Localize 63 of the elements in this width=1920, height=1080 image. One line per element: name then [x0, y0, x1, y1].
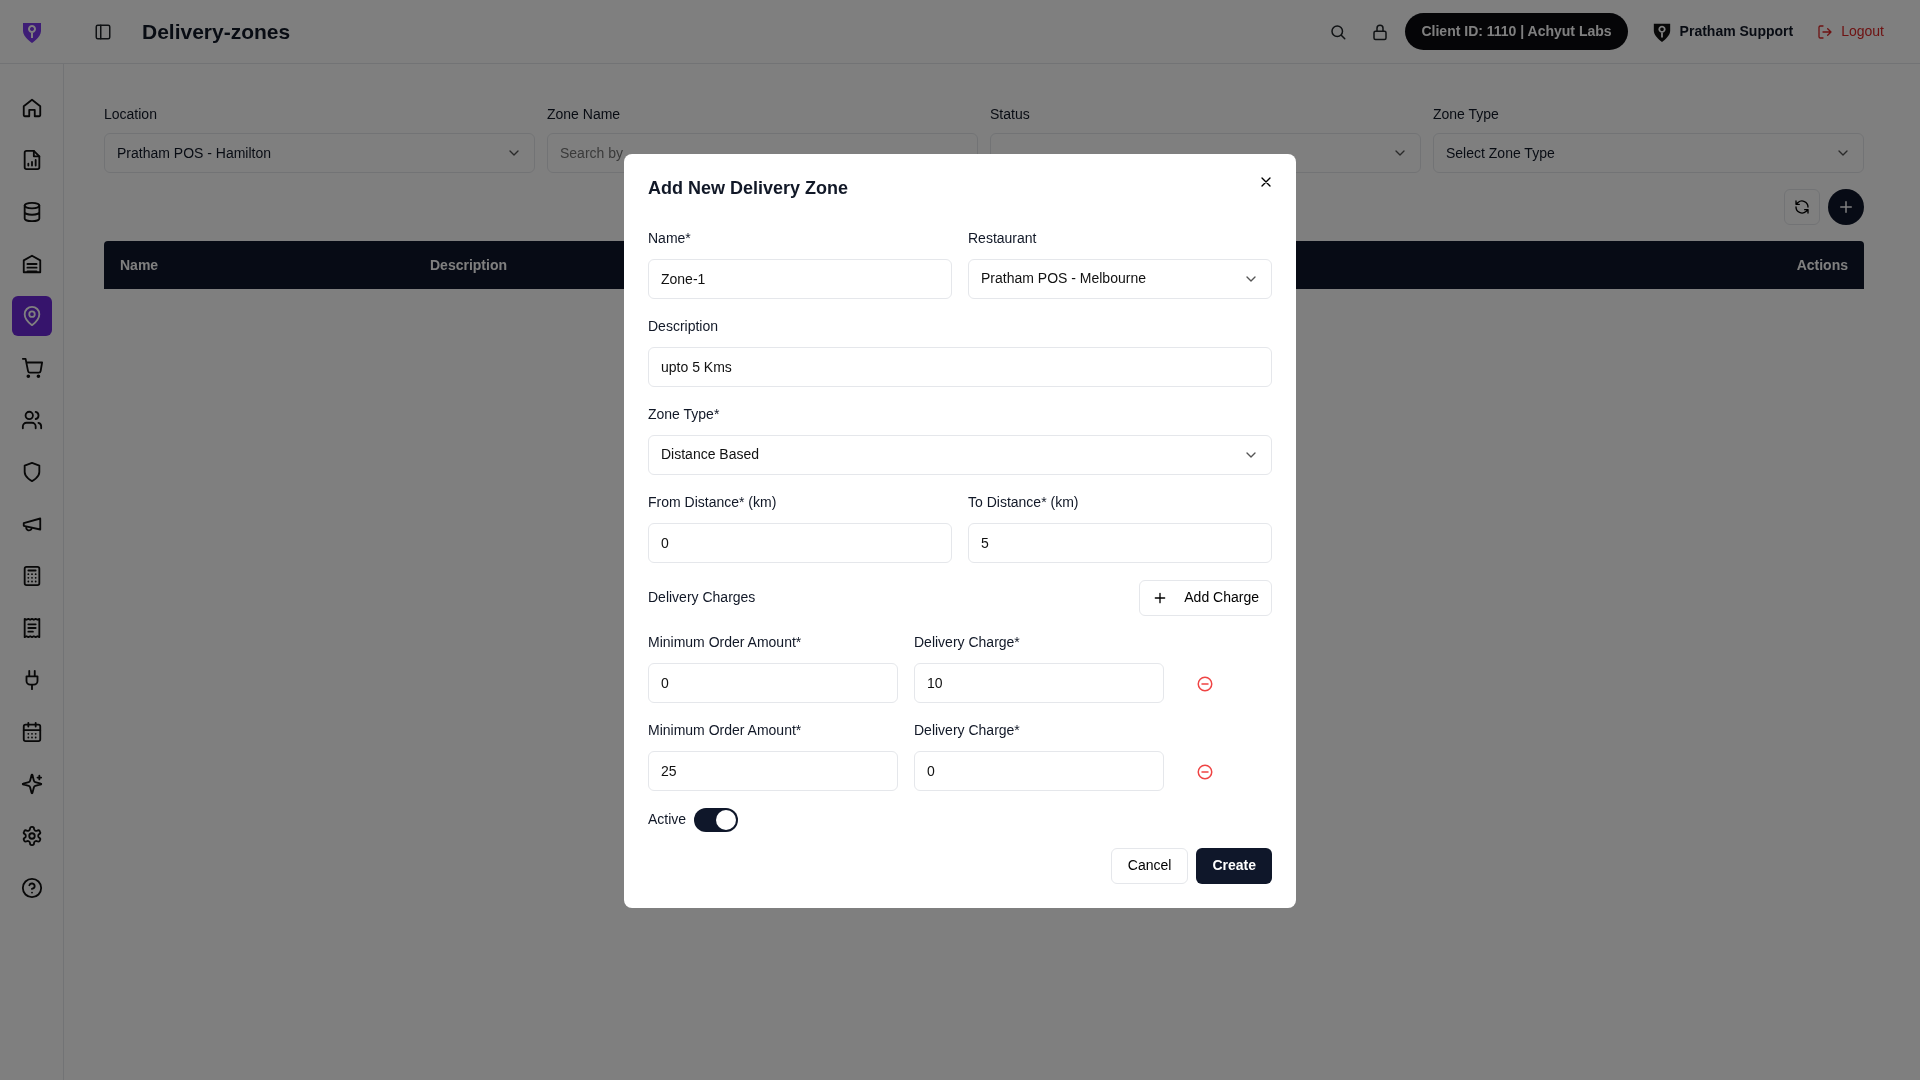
search-icon [1329, 22, 1348, 41]
calendar-icon [20, 721, 43, 743]
field-label: From Distance* (km) [648, 492, 777, 512]
lock-icon [1371, 22, 1390, 41]
cancel-button[interactable]: Cancel [1110, 847, 1189, 884]
page-title: Delivery-zones [142, 18, 291, 45]
client-badge[interactable]: Client ID: 1110 | Achyut Labs [1405, 13, 1628, 50]
lock-button[interactable] [1371, 22, 1390, 41]
section-label: Delivery Charges [648, 588, 756, 608]
select-field[interactable]: Distance Based [648, 434, 1272, 475]
toggle-switch[interactable] [694, 807, 739, 832]
select-field[interactable]: Select Zone Type [1433, 133, 1864, 173]
field-label: Zone Name [547, 105, 621, 124]
field-label: Restaurant [968, 228, 1037, 248]
toggle-label: Active [648, 810, 687, 830]
input-field[interactable]: 0 [648, 522, 952, 563]
sidebar-item[interactable] [11, 296, 52, 336]
field-label: Minimum Order Amount* [648, 632, 802, 652]
input-field[interactable]: upto 5 Kms [648, 346, 1272, 387]
users-icon [20, 409, 43, 431]
field-label: Zone Type [1433, 105, 1499, 124]
remove-button[interactable] [1196, 762, 1214, 781]
plus-icon [1837, 198, 1855, 216]
add-button[interactable] [1828, 189, 1864, 225]
field-label: Description [648, 316, 719, 336]
add-charge-button[interactable]: Add Charge [1139, 579, 1272, 616]
sparkles-icon [20, 773, 43, 795]
minus-circle-icon [1196, 762, 1214, 781]
logout-icon [1817, 23, 1834, 40]
sidebar-toggle-button[interactable] [94, 22, 112, 41]
search-button[interactable] [1329, 22, 1348, 41]
field-label: Location [104, 105, 157, 124]
minus-circle-icon [1196, 674, 1214, 693]
input-field[interactable]: 5 [968, 522, 1272, 563]
field-label: Status [990, 105, 1030, 124]
sidebar-icon [94, 22, 112, 41]
field-label: Delivery Charge* [914, 720, 1020, 740]
user-name: Pratham Support [1679, 22, 1794, 41]
input-field[interactable]: 10 [914, 662, 1164, 703]
help-icon [20, 877, 43, 899]
refresh-button[interactable] [1784, 189, 1820, 225]
create-button[interactable]: Create [1196, 847, 1272, 884]
column-header: Name [120, 255, 160, 275]
field-label: Name* [648, 228, 691, 248]
warehouse-icon [20, 253, 43, 275]
remove-button[interactable] [1196, 674, 1214, 693]
input-field[interactable]: 0 [914, 750, 1164, 791]
dialog-title: Add New Delivery Zone [648, 178, 849, 200]
field-label: To Distance* (km) [968, 492, 1079, 512]
input-field[interactable]: Zone-1 [648, 258, 952, 299]
column-header: Actions [1796, 255, 1848, 275]
home-icon [20, 97, 43, 119]
select-field[interactable]: Pratham POS - Hamilton [104, 133, 535, 173]
cart-icon [20, 357, 43, 379]
input-field[interactable]: 25 [648, 750, 898, 791]
select-field[interactable]: Pratham POS - Melbourne [968, 258, 1272, 299]
input-field[interactable]: 0 [648, 662, 898, 703]
settings-icon [20, 825, 43, 847]
field-label: Zone Type* [648, 404, 720, 424]
field-label: Delivery Charge* [914, 632, 1020, 652]
refresh-icon [1794, 199, 1810, 215]
column-header: Description [430, 255, 507, 275]
field-label: Minimum Order Amount* [648, 720, 802, 740]
